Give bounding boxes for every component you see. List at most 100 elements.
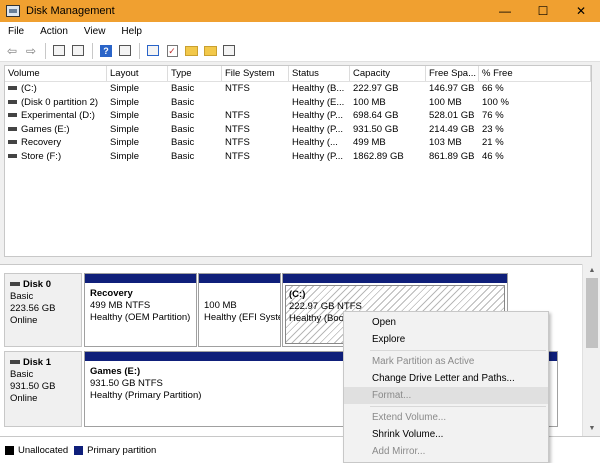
menu-view[interactable]: View (76, 26, 114, 37)
table-cell: Simple (110, 137, 140, 148)
toolbar: ⇦ ⇨ ? ✓ (0, 40, 600, 62)
disk-1-label[interactable]: Disk 1 Basic 931.50 GB Online (4, 351, 82, 427)
check-icon[interactable]: ✓ (163, 42, 181, 60)
volume-name-cell: Games (E:) (5, 123, 107, 137)
table-row[interactable]: Games (E:) Simple Basic NTFS Healthy (P... 93… (5, 123, 591, 137)
table-cell: Basic (171, 110, 195, 121)
table-cell (222, 96, 289, 110)
menu-item-format[interactable]: Format... (344, 387, 548, 404)
column-header-layout[interactable]: Layout (107, 66, 168, 81)
menu-help[interactable]: Help (113, 26, 150, 37)
menu-item-explore[interactable]: Explore (344, 331, 548, 348)
disk-view-scrollbar[interactable]: ▲ ▼ (582, 264, 600, 436)
volume-icon (8, 153, 17, 158)
table-row[interactable]: (Disk 0 partition 2) Simple Basic Healthy (… (5, 96, 591, 110)
menu-item-extend-volume[interactable]: Extend Volume... (344, 409, 548, 426)
table-cell: Simple (110, 96, 140, 108)
partition-band (85, 274, 196, 283)
partition-name: (C:) (289, 289, 306, 300)
table-row[interactable]: Experimental (D:) Simple Basic NTFS Healthy … (5, 109, 591, 123)
volume-name: (Disk 0 partition 2) (21, 96, 99, 108)
column-header-free-space[interactable]: Free Spa... (426, 66, 479, 81)
table-cell: Basic (171, 123, 195, 135)
volume-name-cell: Experimental (D:) (5, 109, 107, 123)
volume-icon (8, 140, 17, 145)
partition-status: Healthy (OEM Partition) (90, 312, 191, 323)
disk-0-label[interactable]: Disk 0 Basic 223.56 GB Online (4, 273, 82, 347)
table-cell: 146.97 GB (429, 83, 475, 94)
partition-size: 100 MB (204, 300, 237, 311)
menu-action[interactable]: Action (32, 26, 76, 37)
table-cell: 46 % (482, 150, 504, 162)
menu-item-add-mirror[interactable]: Add Mirror... (344, 443, 548, 460)
table-row[interactable]: (C:) Simple Basic NTFS Healthy (B... 222.97 G… (5, 82, 591, 96)
legend-unallocated: Unallocated (18, 444, 69, 456)
properties-icon[interactable] (69, 42, 87, 60)
partition-efi[interactable]: 100 MB Healthy (EFI Syste (198, 273, 281, 347)
disk-0-name: Disk 0 (10, 279, 81, 291)
context-menu: Open Explore Mark Partition as Active Ch… (343, 311, 549, 463)
menu-item-open[interactable]: Open (344, 314, 548, 331)
scroll-thumb[interactable] (586, 278, 598, 348)
help-icon[interactable]: ? (97, 42, 115, 60)
maximize-icon[interactable]: ☐ (524, 0, 562, 22)
column-header-status[interactable]: Status (289, 66, 350, 81)
column-header-capacity[interactable]: Capacity (350, 66, 426, 81)
volume-name-cell: (Disk 0 partition 2) (5, 96, 107, 110)
partition-recovery[interactable]: Recovery 499 MB NTFS Healthy (OEM Partit… (84, 273, 197, 347)
folder-icon[interactable] (182, 42, 200, 60)
table-row[interactable]: Recovery Simple Basic NTFS Healthy (... 499 M… (5, 136, 591, 150)
legend-primary-partition: Primary partition (87, 444, 157, 456)
volume-name: Store (F:) (21, 150, 62, 162)
window-title: Disk Management (26, 5, 115, 17)
menu-item-shrink-volume[interactable]: Shrink Volume... (344, 426, 548, 443)
table-cell: 698.64 GB (353, 110, 399, 121)
scroll-up-icon[interactable]: ▲ (583, 264, 600, 278)
table-row[interactable]: Store (F:) Simple Basic NTFS Healthy (P... 18… (5, 150, 591, 164)
table-cell: Healthy (P... (292, 123, 344, 135)
connect-icon[interactable] (144, 42, 162, 60)
disk-1-status: Online (10, 393, 38, 404)
menu-file[interactable]: File (0, 26, 32, 37)
disk-0-status: Online (10, 315, 38, 326)
volume-name-cell: Recovery (5, 136, 107, 150)
table-cell: 528.01 GB (429, 110, 475, 121)
minimize-icon[interactable]: ― (486, 0, 524, 22)
pane-splitter[interactable] (0, 258, 600, 263)
disk-0-type: Basic (10, 291, 34, 302)
table-cell: NTFS (225, 110, 250, 121)
close-icon[interactable]: ✕ (562, 0, 600, 22)
toolbar-divider (45, 42, 46, 59)
table-cell: Basic (171, 150, 195, 162)
menu-item-mark-active[interactable]: Mark Partition as Active (344, 353, 548, 370)
folder-settings-icon[interactable] (201, 42, 219, 60)
disk-icon (10, 282, 20, 287)
forward-arrow-icon[interactable]: ⇨ (22, 42, 40, 60)
column-header-volume[interactable]: Volume (5, 66, 107, 81)
title-bar: Disk Management ― ☐ ✕ (0, 0, 600, 22)
table-cell: Basic (171, 96, 195, 108)
table-cell: NTFS (225, 150, 250, 162)
scroll-down-icon[interactable]: ▼ (583, 422, 600, 436)
disk-management-app-icon (6, 5, 20, 17)
list-view-icon[interactable] (220, 42, 238, 60)
table-cell: 100 MB (429, 96, 462, 108)
table-cell: Simple (110, 123, 140, 135)
menu-bar: File Action View Help (0, 22, 600, 40)
volume-name: Experimental (D:) (21, 110, 95, 121)
console-tree-icon[interactable] (50, 42, 68, 60)
toolbar-divider (139, 42, 140, 59)
table-cell: 861.89 GB (429, 150, 475, 162)
volume-icon (8, 113, 17, 118)
volume-name: Recovery (21, 137, 62, 148)
menu-item-change-drive-letter[interactable]: Change Drive Letter and Paths... (344, 370, 548, 387)
back-arrow-icon[interactable]: ⇦ (3, 42, 21, 60)
table-cell: 103 MB (429, 137, 462, 148)
column-header-type[interactable]: Type (168, 66, 222, 81)
table-cell: Healthy (P... (292, 110, 344, 121)
volume-list-header: Volume Layout Type File System Status Ca… (5, 66, 591, 82)
column-header-file-system[interactable]: File System (222, 66, 289, 81)
view-icon[interactable] (116, 42, 134, 60)
table-cell: 1862.89 GB (353, 150, 404, 162)
column-header-percent-free[interactable]: % Free (479, 66, 591, 81)
